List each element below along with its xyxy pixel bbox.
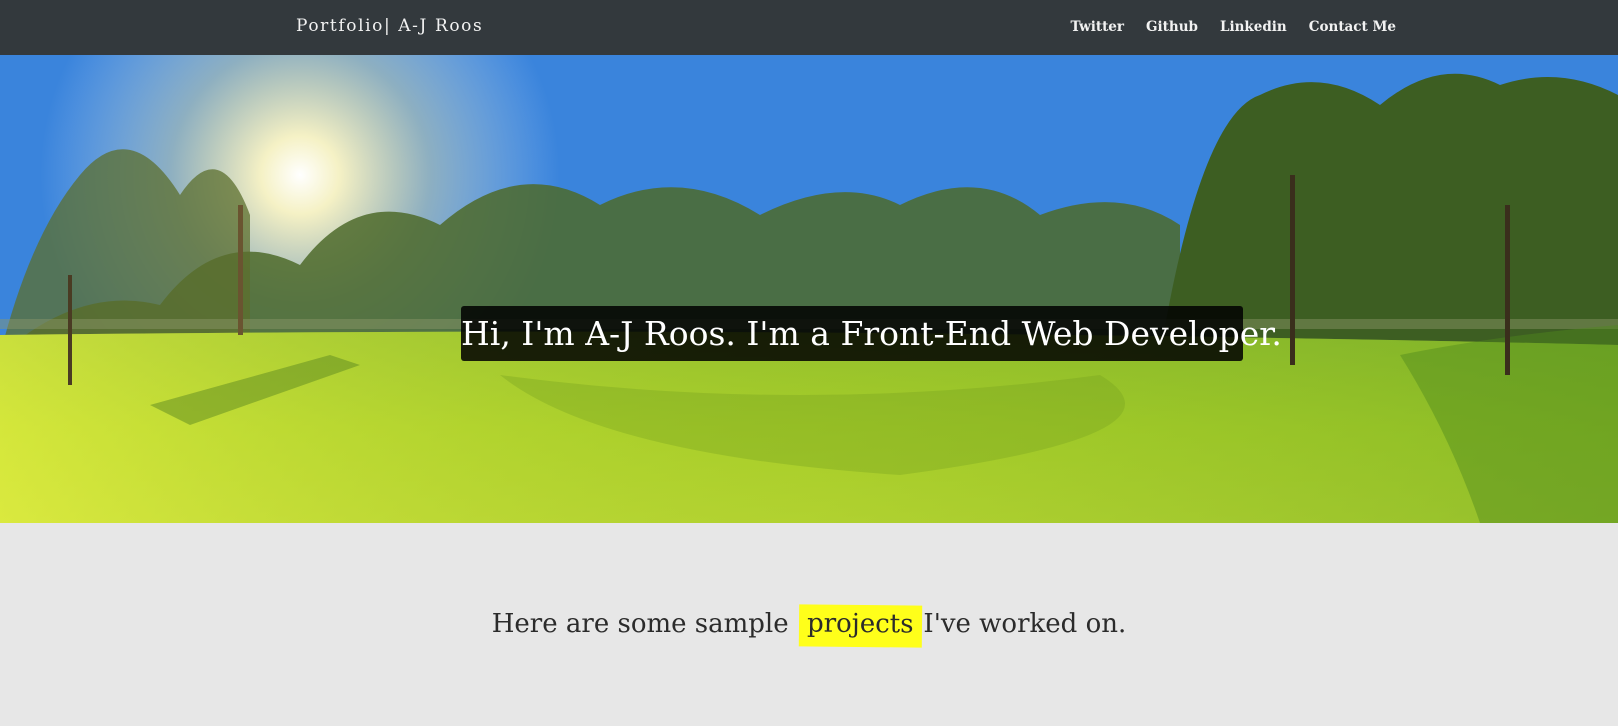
hero-banner: Hi, I'm A-J Roos. I'm a Front-End Web De… bbox=[0, 55, 1618, 523]
projects-intro-text: Here are some sample bbox=[491, 609, 789, 639]
projects-intro: Here are some sample projects I've worked… bbox=[0, 604, 1618, 648]
nav-link-linkedin[interactable]: Linkedin bbox=[1220, 19, 1287, 35]
nav-link-twitter[interactable]: Twitter bbox=[1071, 19, 1125, 35]
nav-links: Twitter Github Linkedin Contact Me bbox=[1071, 19, 1396, 35]
projects-highlight: projects bbox=[798, 604, 922, 648]
hero-background-image bbox=[0, 55, 1618, 523]
projects-intro-text-after: I've worked on. bbox=[923, 609, 1127, 639]
nav-link-contact[interactable]: Contact Me bbox=[1309, 19, 1396, 35]
nav-link-github[interactable]: Github bbox=[1146, 19, 1198, 35]
site-brand[interactable]: Portfolio| A-J Roos bbox=[296, 16, 483, 36]
hero-headline: Hi, I'm A-J Roos. I'm a Front-End Web De… bbox=[461, 306, 1282, 361]
navbar: Portfolio| A-J Roos Twitter Github Linke… bbox=[0, 0, 1618, 56]
